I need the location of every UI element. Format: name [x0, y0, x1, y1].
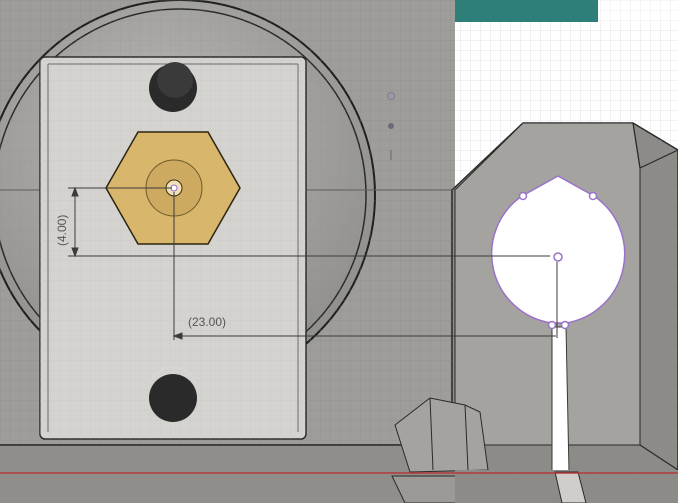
teal-panel [455, 0, 598, 22]
sketch-point[interactable] [518, 191, 528, 201]
bottom-mounting-hole [149, 374, 197, 422]
sketch-point[interactable] [588, 191, 598, 201]
sketch-point[interactable] [547, 320, 557, 330]
sketch-point[interactable] [560, 320, 570, 330]
vertical-dimension-label[interactable]: (4.00) [55, 215, 69, 246]
cad-viewport[interactable]: (4.00) (23.00) [0, 0, 678, 503]
sketch-center-point[interactable] [553, 252, 563, 262]
horizontal-dimension-label[interactable]: (23.00) [188, 315, 226, 329]
